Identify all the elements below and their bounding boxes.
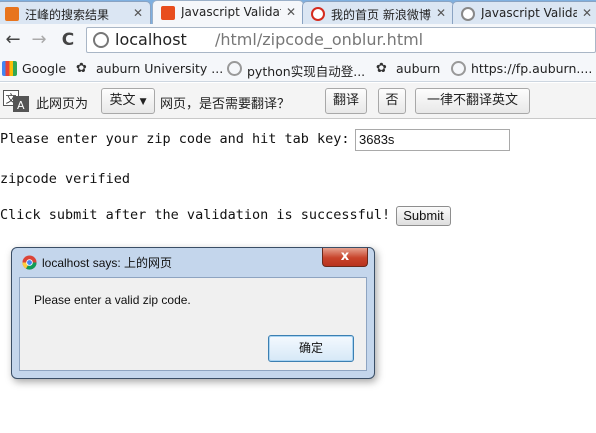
google-icon xyxy=(2,61,17,76)
tab-javascript-validation-2[interactable]: Javascript Validat ✕ xyxy=(452,1,596,24)
never-translate-button[interactable]: 一律不翻译英文 xyxy=(415,88,530,114)
tab-search-results[interactable]: 汪峰的搜索结果 ✕ xyxy=(0,1,151,24)
submit-button[interactable]: Submit xyxy=(396,206,451,226)
alert-dialog: localhost says: 上的网页 x Please enter a va… xyxy=(11,247,375,379)
dialog-message: Please enter a valid zip code. xyxy=(34,293,191,307)
dialog-ok-button[interactable]: 确定 xyxy=(268,335,354,362)
bookmark-label: python实现自动登... xyxy=(247,64,366,79)
auburn-paw-icon: ✿ xyxy=(376,61,387,76)
tab-javascript-validation-active[interactable]: Javascript Validat ✕ xyxy=(152,0,304,25)
language-select[interactable]: 英文 ▼ xyxy=(101,88,155,114)
tab-title: Javascript Validat xyxy=(181,5,281,19)
zip-prompt: Please enter your zip code and hit tab k… xyxy=(0,131,350,147)
dialog-close-button[interactable]: x xyxy=(322,248,368,267)
zip-code-input[interactable]: 3683s xyxy=(355,129,510,151)
stackexchange-favicon-icon xyxy=(161,6,175,20)
page-icon xyxy=(451,61,466,76)
translate-button[interactable]: 翻译 xyxy=(325,88,367,114)
bookmark-label: https://fp.auburn.... xyxy=(471,61,593,76)
tab-title: 汪峰的搜索结果 xyxy=(25,8,110,22)
dropdown-arrow-icon: ▼ xyxy=(139,97,147,107)
browser-toolbar: ← → C localhost /html/zipcode_onblur.htm… xyxy=(0,24,596,56)
bookmark-label: Google xyxy=(22,61,67,76)
language-label: 英文 xyxy=(109,93,136,108)
submit-instruction: Click submit after the validation is suc… xyxy=(0,207,391,223)
bookmark-label: auburn xyxy=(396,61,441,76)
address-bar[interactable]: localhost /html/zipcode_onblur.html xyxy=(86,27,596,53)
baidu-favicon-icon xyxy=(5,7,19,21)
tab-weibo[interactable]: 我的首页 新浪微博 ✕ xyxy=(302,1,454,24)
bookmark-label: auburn University ... xyxy=(96,61,224,76)
page-icon xyxy=(227,61,242,76)
weibo-favicon-icon xyxy=(311,7,325,21)
url-host: localhost xyxy=(115,30,187,49)
auburn-paw-icon: ✿ xyxy=(76,61,87,76)
svg-text:A: A xyxy=(17,99,25,112)
dialog-title: localhost says: 上的网页 xyxy=(42,256,173,270)
tab-close-icon[interactable]: ✕ xyxy=(436,6,446,20)
dialog-body: Please enter a valid zip code. 确定 xyxy=(19,277,367,371)
chrome-icon xyxy=(22,255,37,270)
tab-close-icon[interactable]: ✕ xyxy=(133,6,143,20)
no-translate-button[interactable]: 否 xyxy=(378,88,406,114)
page-info-icon[interactable] xyxy=(93,32,109,48)
tab-close-icon[interactable]: ✕ xyxy=(286,5,296,19)
translate-question: 网页，是否需要翻译？ xyxy=(160,97,291,112)
translate-bar: 文 A 此网页为 英文 ▼ 网页，是否需要翻译？ 翻译 否 一律不翻译英文 xyxy=(0,83,596,119)
tab-title: 我的首页 新浪微博 xyxy=(331,8,431,22)
forward-button[interactable]: → xyxy=(28,29,50,51)
page-favicon-icon xyxy=(461,7,475,21)
back-button[interactable]: ← xyxy=(2,29,24,51)
translate-prefix: 此网页为 xyxy=(36,97,89,112)
translate-icon: 文 A xyxy=(3,90,29,112)
tab-title: Javascript Validat xyxy=(481,6,577,20)
verification-status: zipcode verified xyxy=(0,171,131,187)
bookmarks-bar: Google ✿ auburn University ... python实现自… xyxy=(0,56,596,82)
tab-close-icon[interactable]: ✕ xyxy=(582,6,592,20)
reload-button[interactable]: C xyxy=(57,29,79,51)
tab-strip: 汪峰的搜索结果 ✕ Javascript Validat ✕ 我的首页 新浪微博… xyxy=(0,0,596,25)
url-path: /html/zipcode_onblur.html xyxy=(215,30,424,49)
